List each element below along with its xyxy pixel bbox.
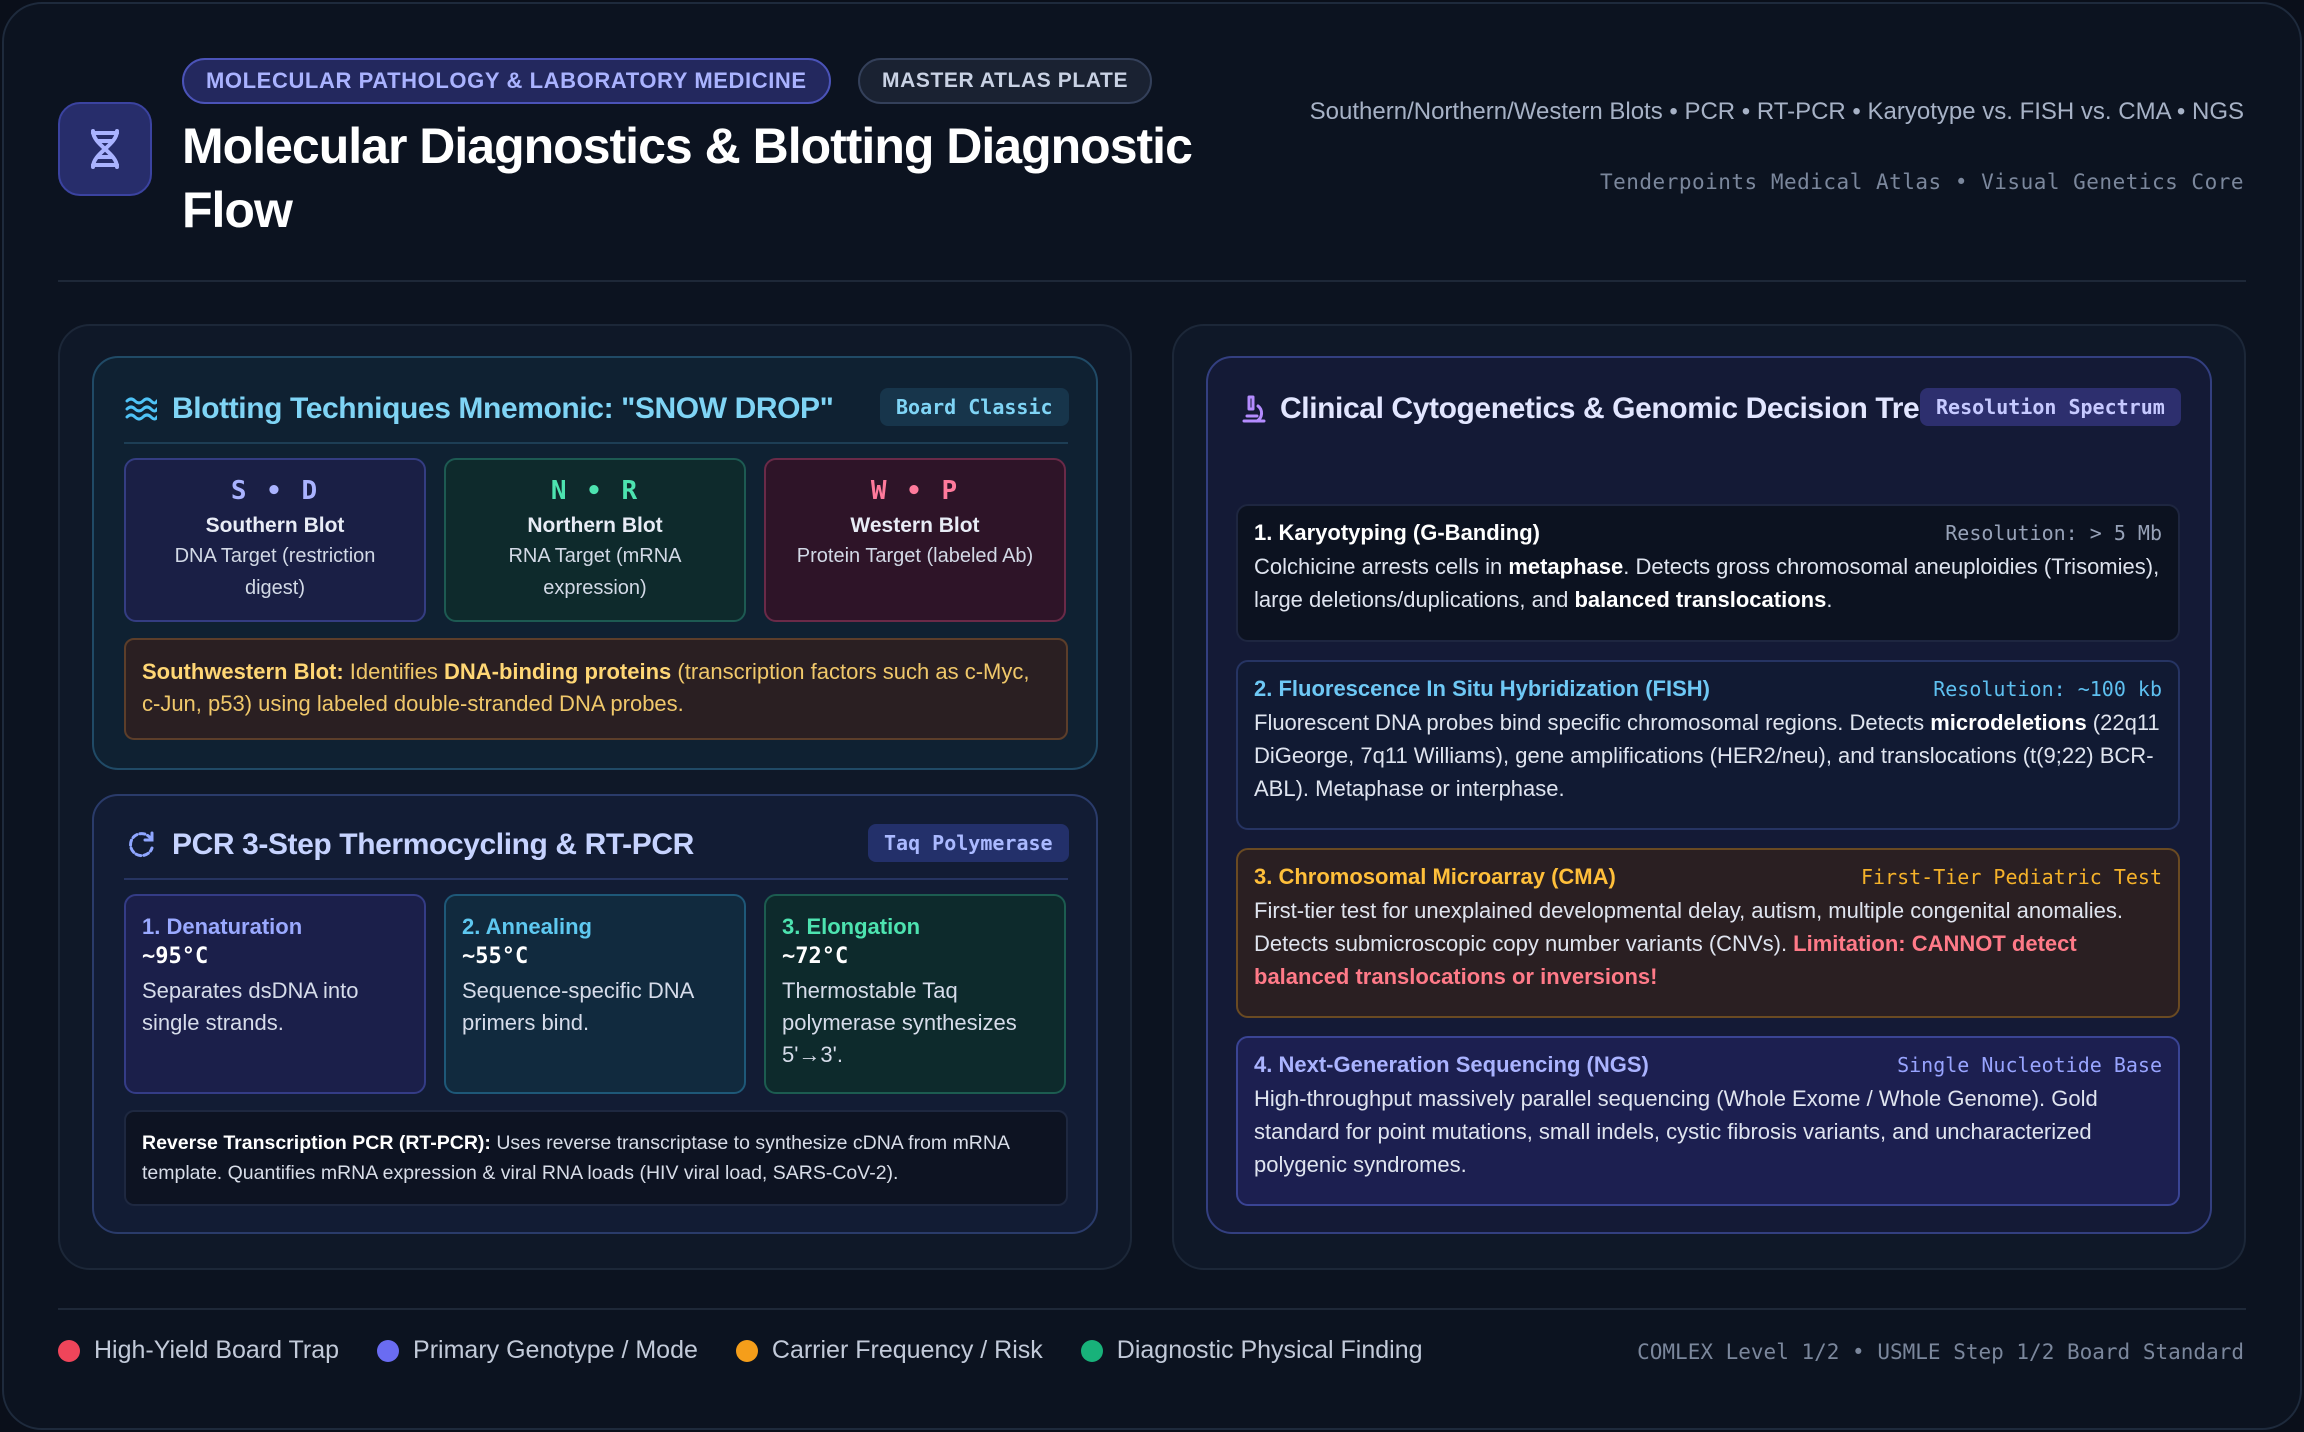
card-letters: W • P	[870, 476, 960, 506]
card-letters: N • R	[550, 476, 640, 506]
test-desc: Colchicine arrests cells in metaphase. D…	[1254, 554, 2160, 612]
southwestern-blot-note: Southwestern Blot: Identifies DNA-bindin…	[124, 638, 1068, 740]
test-name: 3. Chromosomal Microarray (CMA)	[1254, 864, 1616, 889]
southwestern-label: Southwestern Blot:	[142, 659, 344, 684]
page-title: Molecular Diagnostics & Blotting Diagnos…	[182, 118, 1193, 238]
card-name: Northern Blot	[527, 514, 663, 537]
step-desc: Sequence-specific DNA primers bind.	[462, 978, 694, 1035]
test-resolution: Single Nucleotide Base	[1897, 1053, 2162, 1077]
step-temp: ~55°C	[462, 944, 529, 969]
board-classic-tag: Board Classic	[880, 388, 1069, 426]
pcr-step-annealing: 2. Annealing ~55°C Sequence-specific DNA…	[444, 894, 746, 1094]
legend-item-genotype: Primary Genotype / Mode	[377, 1336, 698, 1365]
step-temp: ~72°C	[782, 944, 849, 969]
resolution-spectrum-tag: Resolution Spectrum	[1920, 388, 2181, 426]
test-name: 2. Fluorescence In Situ Hybridization (F…	[1254, 676, 1710, 701]
blotting-divider	[124, 442, 1068, 444]
taq-polymerase-tag: Taq Polymerase	[868, 824, 1069, 862]
step-name: 1. Denaturation	[142, 914, 303, 939]
step-name: 3. Elongation	[782, 914, 921, 939]
southwestern-text-pre: Identifies	[343, 659, 444, 684]
dna-icon	[58, 102, 152, 196]
legend-label: Carrier Frequency / Risk	[771, 1336, 1043, 1364]
pcr-step-elongation: 3. Elongation ~72°C Thermostable Taq pol…	[764, 894, 1066, 1094]
western-blot-card: W • P Western Blot Protein Target (label…	[764, 458, 1066, 622]
test-name: 4. Next-Generation Sequencing (NGS)	[1254, 1052, 1649, 1077]
header-divider	[58, 280, 2246, 282]
card-desc: RNA Target (mRNA expression)	[508, 545, 682, 599]
card-name: Southern Blot	[205, 514, 345, 537]
legend-item-carrier: Carrier Frequency / Risk	[735, 1336, 1043, 1365]
plate-pill: MASTER ATLAS PLATE	[858, 58, 1153, 104]
legend-item-physical-finding: Diagnostic Physical Finding	[1080, 1336, 1423, 1365]
pcr-title-text: PCR 3-Step Thermocycling & RT-PCR	[172, 828, 694, 861]
test-desc: High-throughput massively parallel seque…	[1254, 1086, 2098, 1177]
cma-card: 3. Chromosomal Microarray (CMA) First-Ti…	[1236, 848, 2180, 1018]
step-desc: Separates dsDNA into single strands.	[142, 978, 359, 1035]
refresh-cycle-icon	[124, 828, 158, 862]
rt-pcr-label: Reverse Transcription PCR (RT-PCR):	[142, 1132, 491, 1154]
northern-blot-card: N • R Northern Blot RNA Target (mRNA exp…	[444, 458, 746, 622]
red-dot-icon	[58, 1339, 80, 1362]
footer-divider	[58, 1308, 2246, 1310]
southwestern-bold: DNA-binding proteins	[443, 659, 672, 684]
indigo-dot-icon	[377, 1339, 400, 1362]
pcr-divider	[124, 878, 1068, 880]
legend: High-Yield Board Trap Primary Genotype /…	[58, 1336, 1461, 1365]
legend-label: High-Yield Board Trap	[94, 1336, 340, 1364]
green-dot-icon	[1080, 1339, 1103, 1362]
card-desc: DNA Target (restriction digest)	[174, 545, 376, 599]
board-standard-footer: COMLEX Level 1/2 • USMLE Step 1/2 Board …	[1637, 1340, 2244, 1364]
amber-dot-icon	[735, 1339, 758, 1362]
blotting-title: Blotting Techniques Mnemonic: "SNOW DROP…	[124, 392, 834, 426]
southern-blot-card: S • D Southern Blot DNA Target (restrict…	[124, 458, 426, 622]
cytogenetics-title-text: Clinical Cytogenetics & Genomic Decision…	[1280, 392, 1936, 425]
test-resolution: Resolution: > 5 Mb	[1945, 521, 2162, 545]
step-temp: ~95°C	[142, 944, 209, 969]
card-letters: S • D	[230, 476, 320, 506]
card-name: Western Blot	[850, 514, 980, 537]
header-subtitle: Southern/Northern/Western Blots • PCR • …	[1309, 98, 2244, 125]
blotting-title-text: Blotting Techniques Mnemonic: "SNOW DROP…	[172, 392, 834, 425]
category-pill: MOLECULAR PATHOLOGY & LABORATORY MEDICIN…	[182, 58, 831, 104]
rt-pcr-note: Reverse Transcription PCR (RT-PCR): Uses…	[124, 1110, 1068, 1206]
microscope-icon	[1236, 392, 1270, 426]
karyotyping-card: 1. Karyotyping (G-Banding) Resolution: >…	[1236, 504, 2180, 642]
test-resolution: First-Tier Pediatric Test	[1860, 865, 2162, 889]
test-resolution: Resolution: ~100 kb	[1933, 677, 2162, 701]
header-meta: Tenderpoints Medical Atlas • Visual Gene…	[1599, 170, 2244, 194]
ngs-card: 4. Next-Generation Sequencing (NGS) Sing…	[1236, 1036, 2180, 1206]
card-desc: Protein Target (labeled Ab)	[796, 545, 1034, 567]
waves-icon	[124, 392, 158, 426]
step-name: 2. Annealing	[462, 914, 592, 939]
pcr-step-denaturation: 1. Denaturation ~95°C Separates dsDNA in…	[124, 894, 426, 1094]
test-desc: Fluorescent DNA probes bind specific chr…	[1254, 710, 2160, 801]
cytogenetics-title: Clinical Cytogenetics & Genomic Decision…	[1236, 392, 1936, 426]
legend-label: Primary Genotype / Mode	[413, 1336, 698, 1364]
legend-item-board-trap: High-Yield Board Trap	[58, 1336, 339, 1365]
step-desc: Thermostable Taq polymerase synthesizes …	[782, 978, 1017, 1067]
test-desc: First-tier test for unexplained developm…	[1254, 898, 2124, 989]
test-name: 1. Karyotyping (G-Banding)	[1254, 520, 1540, 545]
pcr-title: PCR 3-Step Thermocycling & RT-PCR	[124, 828, 694, 862]
fish-card: 2. Fluorescence In Situ Hybridization (F…	[1236, 660, 2180, 830]
legend-label: Diagnostic Physical Finding	[1116, 1336, 1423, 1364]
